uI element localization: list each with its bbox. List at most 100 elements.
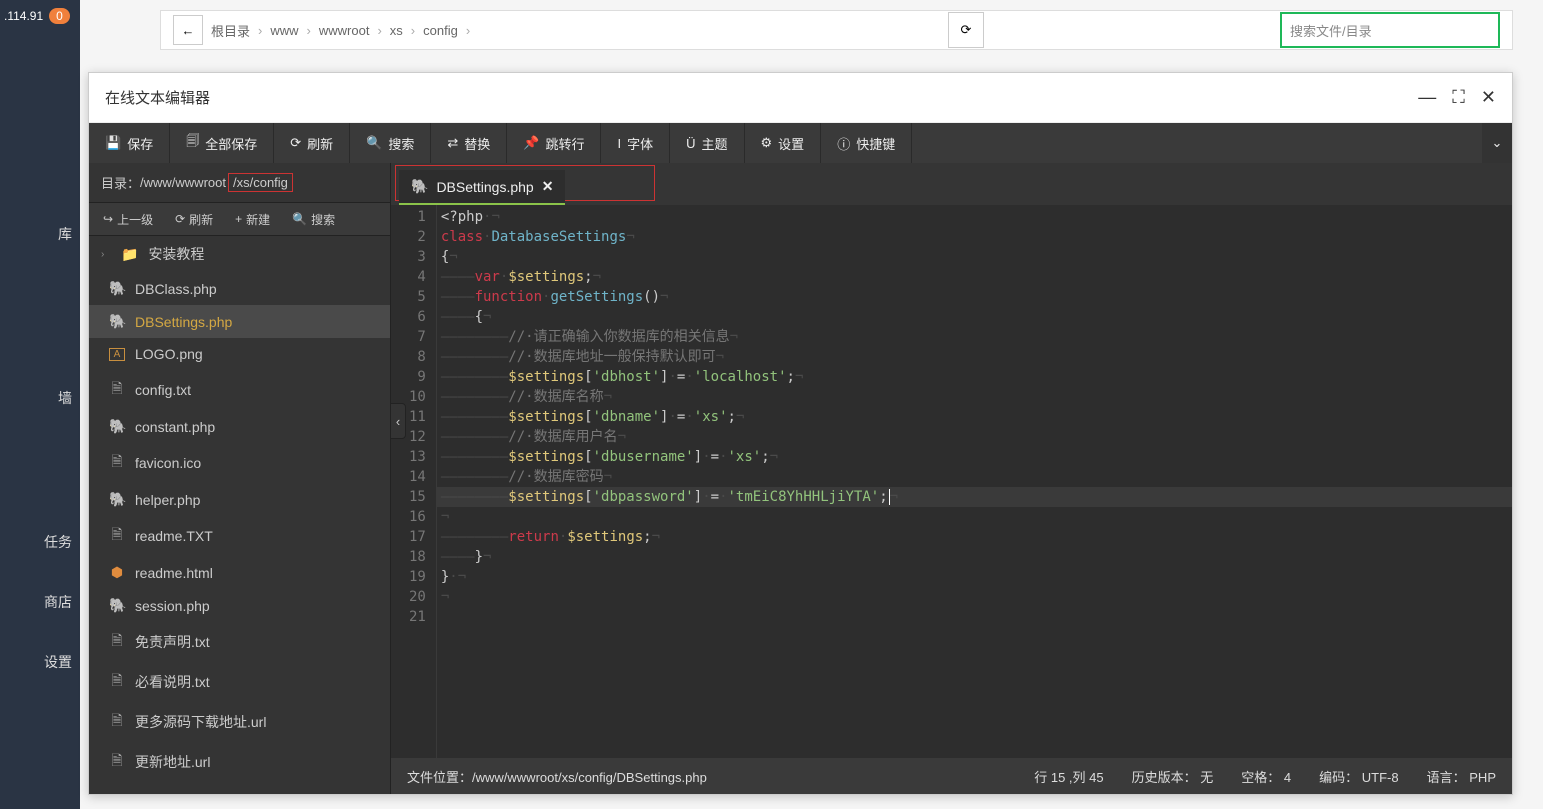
code-line[interactable]: class·DatabaseSettings¬ [437, 227, 1512, 247]
code-line[interactable]: {¬ [437, 247, 1512, 267]
code-line[interactable]: ————function·getSettings()¬ [437, 287, 1512, 307]
php-file-icon: 🐘 [109, 313, 125, 330]
tab-close-button[interactable]: ✕ [542, 178, 554, 195]
goto-line-button[interactable]: 📌跳转行 [507, 123, 601, 163]
breadcrumb-item[interactable]: xs [390, 23, 403, 38]
tree-file-item[interactable]: 🗎必看说明.txt [89, 662, 390, 702]
php-file-icon: 🐘 [109, 280, 125, 297]
notification-badge[interactable]: 0 [49, 8, 70, 24]
code-line[interactable]: ————————//·数据库名称¬ [437, 387, 1512, 407]
code-line[interactable]: ————————//·数据库地址一般保持默认即可¬ [437, 347, 1512, 367]
code-line[interactable]: ————————return·$settings;¬ [437, 527, 1512, 547]
code-line[interactable]: ————————$settings['dbpassword']·=·'tmEiC… [437, 487, 1512, 507]
file-tree-panel: 目录： /www/wwwroot/xs/config ↪上一级 ⟳刷新 +新建 … [89, 163, 391, 794]
settings-button[interactable]: ⚙设置 [745, 123, 822, 163]
expand-button[interactable]: ⌄ [1482, 123, 1512, 163]
code-line[interactable]: ————————//·数据库用户名¬ [437, 427, 1512, 447]
code-line[interactable]: ————————$settings['dbusername']·=·'xs';¬ [437, 447, 1512, 467]
status-spaces[interactable]: 空格： 4 [1241, 767, 1291, 786]
code-line[interactable]: ————————$settings['dbhost']·=·'localhost… [437, 367, 1512, 387]
breadcrumb-item[interactable]: wwwroot [319, 23, 370, 38]
refresh-button[interactable]: ⟳刷新 [274, 123, 350, 163]
tree-new-button[interactable]: +新建 [225, 203, 280, 235]
minimize-button[interactable]: — [1418, 87, 1436, 108]
code-line[interactable]: ————————//·数据库密码¬ [437, 467, 1512, 487]
nav-item[interactable]: 库 [0, 212, 80, 256]
code-line[interactable]: ¬ [437, 507, 1512, 527]
search-button[interactable]: 🔍搜索 [350, 123, 431, 163]
tree-file-item[interactable]: 🗎favicon.ico [89, 443, 390, 483]
tree-folder[interactable]: › 📁 安装教程 [89, 236, 390, 272]
save-all-button[interactable]: 🗐全部保存 [170, 123, 274, 163]
tree-refresh-button[interactable]: ⟳刷新 [165, 203, 223, 235]
code-line[interactable]: ————————$settings['dbname']·=·'xs';¬ [437, 407, 1512, 427]
tree-file-item[interactable]: 🐘DBClass.php [89, 272, 390, 305]
code-editor[interactable]: 123456789101112131415161718192021 <?php·… [391, 205, 1512, 758]
code-tab[interactable]: 🐘 DBSettings.php ✕ [399, 170, 565, 205]
theme-button[interactable]: Ü主题 [670, 123, 744, 163]
info-icon: ⓘ [837, 134, 850, 153]
code-line[interactable]: ————————//·请正确输入你数据库的相关信息¬ [437, 327, 1512, 347]
code-line[interactable]: ————}¬ [437, 547, 1512, 567]
gear-icon: ⚙ [761, 135, 773, 151]
code-line[interactable] [437, 607, 1512, 627]
code-line[interactable]: ¬ [437, 587, 1512, 607]
shortcuts-button[interactable]: ⓘ快捷键 [821, 123, 912, 163]
status-encoding[interactable]: 编码： UTF-8 [1319, 767, 1398, 786]
tree-file-item[interactable]: 🐘helper.php [89, 483, 390, 516]
code-line[interactable]: ————var·$settings;¬ [437, 267, 1512, 287]
tree-file-item[interactable]: 🗎更多源码下载地址.url [89, 702, 390, 742]
breadcrumb-item[interactable]: 根目录 [211, 21, 250, 40]
tree-file-item[interactable]: 🗎免责声明.txt [89, 622, 390, 662]
tree-file-item[interactable]: 🗎config.txt [89, 370, 390, 410]
chevron-down-icon: ⌄ [1492, 135, 1503, 151]
modal-header: 在线文本编辑器 — ⛶ ✕ [89, 73, 1512, 123]
tree-path: 目录： /www/wwwroot/xs/config [89, 163, 390, 202]
file-label: config.txt [135, 382, 191, 398]
txt-file-icon: 🗎 [109, 451, 125, 475]
tab-bar: 🐘 DBSettings.php ✕ [391, 163, 1512, 205]
file-label: readme.html [135, 565, 213, 581]
status-history[interactable]: 历史版本： 无 [1132, 767, 1214, 786]
back-button[interactable]: ← [173, 15, 203, 45]
breadcrumb-item[interactable]: www [270, 23, 298, 38]
maximize-button[interactable]: ⛶ [1452, 87, 1465, 108]
tree-file-item[interactable]: 🐘constant.php [89, 410, 390, 443]
replace-button[interactable]: ⇄替换 [431, 123, 507, 163]
chevron-left-icon: ‹ [396, 414, 400, 429]
tree-file-item[interactable]: ALOGO.png [89, 338, 390, 370]
tree-up-button[interactable]: ↪上一级 [93, 203, 163, 235]
tree-file-item[interactable]: 🗎readme.TXT [89, 516, 390, 556]
font-button[interactable]: I字体 [601, 123, 670, 163]
close-button[interactable]: ✕ [1481, 87, 1496, 108]
tree-file-item[interactable]: 🐘session.php [89, 589, 390, 622]
share-icon: ↪ [103, 212, 113, 226]
status-language[interactable]: 语言： PHP [1427, 767, 1496, 786]
tree-file-item[interactable]: 🐘DBSettings.php [89, 305, 390, 338]
tree-toolbar: ↪上一级 ⟳刷新 +新建 🔍搜索 [89, 202, 390, 236]
breadcrumb-item[interactable]: config [423, 23, 458, 38]
refresh-button[interactable]: ⟳ [948, 12, 984, 48]
tree-list[interactable]: › 📁 安装教程 🐘DBClass.php🐘DBSettings.phpALOG… [89, 236, 390, 794]
nav-item[interactable]: 任务 [0, 520, 80, 564]
file-label: 更多源码下载地址.url [135, 712, 266, 732]
save-icon: 💾 [105, 135, 121, 151]
nav-item[interactable]: 商店 [0, 580, 80, 624]
breadcrumb: 根目录› www› wwwroot› xs› config› [211, 21, 940, 40]
code-line[interactable]: <?php·¬ [437, 207, 1512, 227]
search-input[interactable]: 搜索文件/目录 [1280, 12, 1500, 48]
collapse-tree-button[interactable]: ‹ [390, 403, 406, 439]
status-cursor-position[interactable]: 行 15 ,列 45 [1034, 767, 1103, 786]
chevron-right-icon: › [377, 23, 381, 38]
tree-file-item[interactable]: ⬢readme.html [89, 556, 390, 589]
file-label: constant.php [135, 419, 215, 435]
save-button[interactable]: 💾保存 [89, 123, 170, 163]
nav-item[interactable]: 墙 [0, 376, 80, 420]
code-content[interactable]: <?php·¬class·DatabaseSettings¬{¬————var·… [437, 205, 1512, 758]
code-line[interactable]: }·¬ [437, 567, 1512, 587]
txt-file-icon: 🗎 [109, 630, 125, 654]
code-line[interactable]: ————{¬ [437, 307, 1512, 327]
tree-search-button[interactable]: 🔍搜索 [282, 203, 345, 235]
nav-item[interactable]: 设置 [0, 640, 80, 684]
tree-file-item[interactable]: 🗎更新地址.url [89, 742, 390, 782]
